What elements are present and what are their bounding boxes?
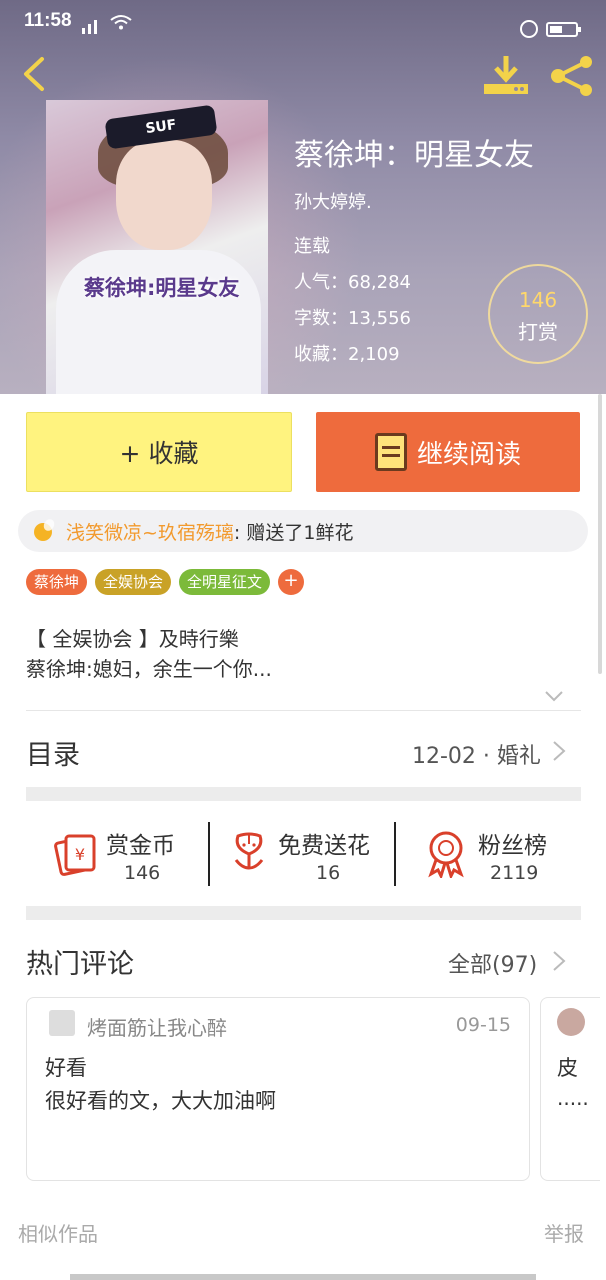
comment-card[interactable]: 皮 .....	[540, 997, 600, 1181]
book-favorites: 收藏：2,109	[294, 344, 400, 365]
back-button[interactable]	[16, 56, 52, 92]
avatar	[557, 1008, 585, 1036]
divider	[208, 822, 210, 886]
book-cover[interactable]: SUF 蔡徐坤:明星女友	[46, 100, 268, 394]
cover-face	[116, 140, 212, 250]
add-tag-button[interactable]: +	[278, 569, 305, 595]
collect-label: + 收藏	[119, 439, 199, 468]
stat-flower[interactable]: 免费送花 16	[216, 816, 396, 892]
divider	[26, 710, 581, 711]
stat-label: 赏金币	[106, 833, 175, 859]
scrollbar[interactable]	[598, 394, 602, 674]
collect-button[interactable]: + 收藏	[26, 412, 292, 492]
stat-coin[interactable]: ¥ 赏金币 146	[26, 816, 206, 892]
gift-text: : 赠送了1鲜花	[233, 521, 354, 544]
continue-reading-button[interactable]: 继续阅读	[316, 412, 580, 492]
stat-label: 免费送花	[278, 833, 370, 859]
stat-value: 2119	[490, 862, 539, 884]
reward-button[interactable]: 146 打赏	[488, 264, 588, 364]
report-link[interactable]: 举报	[544, 1218, 584, 1247]
comment-user: 烤面筋让我心醉	[87, 1016, 227, 1040]
flower-icon	[32, 519, 56, 543]
comment-date: 09-15	[455, 1014, 511, 1036]
svg-text:¥: ¥	[75, 845, 85, 864]
gift-user[interactable]: 浅笑微凉~玖宿殇璃	[66, 518, 234, 545]
tag-item[interactable]: 蔡徐坤	[26, 569, 88, 595]
signal-icon	[82, 20, 97, 34]
status-time: 11:58	[24, 10, 72, 31]
stats-row: ¥ 赏金币 146 免费送花 16 粉丝榜 2119	[26, 816, 581, 892]
hot-comments-title: 热门评论	[26, 949, 134, 980]
stat-label: 粉丝榜	[478, 833, 547, 859]
chevron-right-icon	[553, 951, 566, 971]
chevron-right-icon	[553, 741, 566, 761]
tag-list: 蔡徐坤 全娱协会 全明星征文 +	[26, 569, 305, 595]
download-icon	[484, 56, 528, 94]
badge-icon	[428, 831, 464, 878]
book-description[interactable]: 【 全娱协会 】及時行樂 蔡徐坤:媳妇，余生一个你...	[26, 624, 272, 684]
book-popularity: 人气：68,284	[294, 272, 411, 293]
alarm-icon	[520, 20, 538, 38]
chevron-down-icon[interactable]	[544, 686, 564, 706]
book-status: 连载	[294, 236, 330, 257]
flower-icon	[234, 832, 264, 870]
book-title: 蔡徐坤：明星女友	[294, 138, 534, 173]
description-line-2: 蔡徐坤:媳妇，余生一个你...	[26, 657, 272, 681]
battery-icon	[546, 22, 581, 37]
continue-reading-label: 继续阅读	[416, 439, 521, 470]
book-author[interactable]: 孙大婷婷.	[294, 188, 372, 214]
reward-count: 146	[518, 288, 558, 312]
avatar	[49, 1010, 75, 1036]
share-icon	[551, 56, 592, 96]
comment-title: 好看	[45, 1056, 87, 1080]
toc-latest-chapter[interactable]: 12-02 · 婚礼	[412, 738, 541, 770]
wifi-icon	[110, 15, 132, 30]
comment-title: 皮	[557, 1056, 578, 1080]
section-separator	[26, 787, 581, 801]
stat-value: 146	[124, 862, 161, 884]
tag-item[interactable]: 全明星征文	[179, 569, 271, 595]
share-button[interactable]	[548, 54, 596, 98]
book-word-count: 字数：13,556	[294, 308, 411, 329]
cover-title: 蔡徐坤:明星女友	[84, 276, 240, 300]
reward-label: 打赏	[518, 320, 558, 344]
comment-card[interactable]: 烤面筋让我心醉 09-15 好看 很好看的文，大大加油啊	[26, 997, 530, 1181]
stat-fans[interactable]: 粉丝榜 2119	[402, 816, 582, 892]
comment-body: 很好看的文，大大加油啊	[45, 1089, 276, 1113]
tag-item[interactable]: 全娱协会	[95, 569, 172, 595]
divider	[394, 822, 396, 886]
status-bar: 11:58	[0, 0, 606, 44]
stat-value: 16	[316, 862, 341, 884]
book-header: 11:58 SUF 蔡徐坤:明星女友 蔡徐坤：明星女友 孙大婷婷. 连载 人气：…	[0, 0, 606, 394]
bottom-indicator	[70, 1274, 536, 1280]
book-icon	[374, 433, 407, 471]
download-button[interactable]	[482, 54, 530, 98]
gift-notice[interactable]: 浅笑微凉~玖宿殇璃 : 赠送了1鲜花	[18, 510, 588, 552]
coin-icon: ¥	[54, 834, 96, 876]
similar-works-title: 相似作品	[18, 1222, 98, 1246]
section-separator	[26, 906, 581, 920]
all-comments-link[interactable]: 全部(97)	[448, 947, 537, 979]
chevron-left-icon	[24, 57, 44, 91]
comment-body: .....	[557, 1086, 589, 1110]
description-line-1: 【 全娱协会 】及時行樂	[26, 627, 239, 651]
toc-title: 目录	[26, 740, 80, 771]
